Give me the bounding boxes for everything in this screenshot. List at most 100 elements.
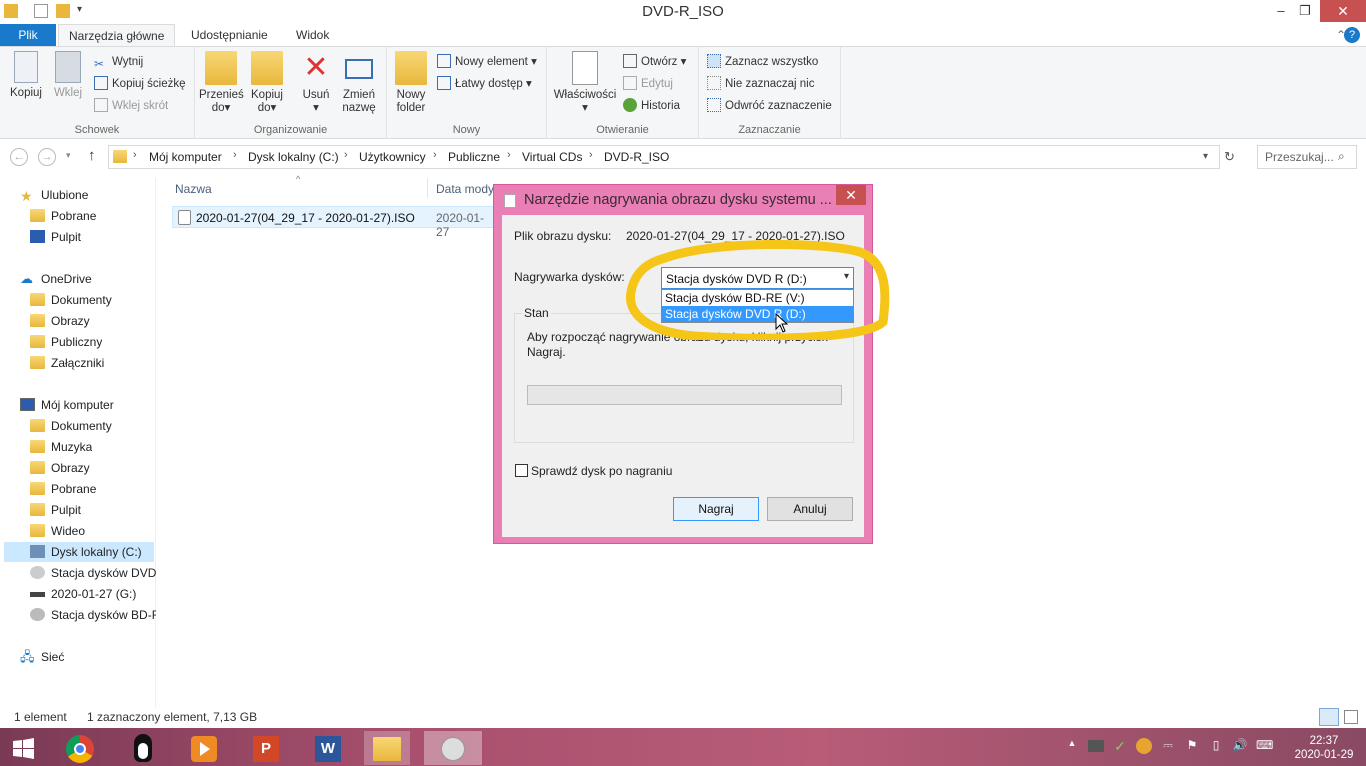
nav-favorites[interactable]: ★ Ulubione [20,185,88,205]
refresh-icon[interactable]: ↻ [1224,149,1235,165]
delete-button[interactable]: ✕ Usuń ▾ [295,51,337,115]
move-to-button[interactable]: Przenieś do▾ [199,51,244,115]
ribbon-tabs: Plik Narzędzia główne Udostępnianie Wido… [0,24,1366,47]
breadcrumb-virtual-cds[interactable]: Virtual CDs [522,150,582,164]
nav-drive-g[interactable]: 2020-01-27 (G:) [30,584,136,604]
breadcrumb-my-computer[interactable]: Mój komputer [149,150,222,164]
select-none-button[interactable]: Nie zaznaczaj nic [707,75,814,93]
powerpoint-taskbar-button[interactable]: P [243,731,289,765]
tab-file[interactable]: Plik [0,24,56,46]
column-name[interactable]: Nazwa [175,182,212,196]
column-divider[interactable] [427,178,428,198]
tray-check-icon[interactable]: ✓ [1112,738,1128,754]
tab-share[interactable]: Udostępnianie [181,24,278,46]
tab-view[interactable]: Widok [286,24,339,46]
nav-onedrive-documents[interactable]: Dokumenty [30,290,112,310]
copy-button[interactable]: Kopiuj [6,51,46,100]
nav-bd-drive[interactable]: Stacja dysków BD-R [30,605,156,625]
nav-desktop-pc[interactable]: Pulpit [30,500,81,520]
penguin-app-taskbar-button[interactable] [120,731,166,765]
recent-locations-icon[interactable]: ▾ [66,150,71,161]
address-bar[interactable]: › Mój komputer › Dysk lokalny (C:) › Uży… [108,145,1220,169]
column-date[interactable]: Data mody [436,182,494,196]
cancel-button[interactable]: Anuluj [767,497,853,521]
nav-local-disk[interactable]: Dysk lokalny (C:) [4,542,154,562]
copy-path-button[interactable]: Kopiuj ścieżkę [94,75,186,93]
up-button[interactable]: ↑ [88,147,96,164]
nav-dvd-drive[interactable]: Stacja dysków DVD [30,563,156,583]
burn-dialog: Narzędzie nagrywania obrazu dysku system… [493,184,873,544]
verify-disc-checkbox[interactable] [515,464,528,477]
downloads-folder-icon [30,209,45,222]
taskbar: P W ▲ ✓ ⎓ ⚑ ▯ 🔊 ⌨ 22:37 2020-01-29 [0,728,1366,766]
tray-computer-icon[interactable] [1088,740,1104,752]
media-player-taskbar-button[interactable] [181,731,227,765]
chrome-taskbar-button[interactable] [58,731,104,765]
show-hidden-icons[interactable]: ▲ [1064,738,1080,754]
cut-button[interactable]: ✂ Wytnij [94,53,143,71]
nav-network[interactable]: 🖧 Sieć [20,647,64,667]
nav-my-computer[interactable]: Mój komputer [20,395,114,415]
tray-app-icon[interactable] [1136,738,1152,754]
folder-icon [30,314,45,327]
nav-label: Mój komputer [41,398,114,412]
start-button[interactable] [0,731,46,765]
nav-downloads[interactable]: Pobrane [30,206,96,226]
nav-onedrive[interactable]: ☁ OneDrive [20,269,92,289]
close-button[interactable]: ✕ [1320,0,1366,22]
properties-button[interactable]: Właściwości ▾ [553,51,617,115]
search-input[interactable]: Przeszukaj... ⌕ [1257,145,1357,169]
tab-home[interactable]: Narzędzia główne [58,24,176,47]
nav-music[interactable]: Muzyka [30,437,92,457]
new-folder-button[interactable]: Nowy folder [393,51,429,115]
breadcrumb-public[interactable]: Publiczne [448,150,500,164]
breadcrumb-separator: › [507,149,511,161]
verify-disc-label[interactable]: Sprawdź dysk po nagraniu [531,464,672,478]
clock[interactable]: 22:37 2020-01-29 [1292,734,1356,762]
copy-to-button[interactable]: Kopiuj do▾ [245,51,289,115]
tray-keyboard-icon[interactable]: ⌨ [1256,738,1273,754]
rename-button[interactable]: Zmień nazwę [339,51,379,115]
nav-documents[interactable]: Dokumenty [30,416,112,436]
tray-flag-icon[interactable]: ⚑ [1184,738,1200,754]
maximize-button[interactable]: ❐ [1290,0,1320,22]
nav-onedrive-attachments[interactable]: Załączniki [30,353,104,373]
disc-burner-taskbar-button[interactable] [424,731,482,765]
paste-shortcut-button[interactable]: Wklej skrót [94,97,168,115]
paste-button[interactable]: Wklej [50,51,86,100]
explorer-taskbar-button[interactable] [364,731,410,765]
easy-access-button[interactable]: Łatwy dostęp ▾ [437,75,532,93]
forward-button[interactable]: → [38,148,56,166]
breadcrumb-current[interactable]: DVD-R_ISO [604,150,669,164]
new-item-button[interactable]: Nowy element ▾ [437,53,537,71]
nav-downloads-pc[interactable]: Pobrane [30,479,96,499]
details-view-icon[interactable] [1319,708,1339,726]
help-icon[interactable]: ? [1344,27,1360,43]
back-button[interactable]: ← [10,148,28,166]
open-button[interactable]: Otwórz ▾ [623,53,686,71]
chevron-down-icon[interactable]: ▾ [1203,151,1208,162]
nav-onedrive-public[interactable]: Publiczny [30,332,102,352]
nav-label: Muzyka [51,440,93,454]
dialog-close-button[interactable]: ✕ [836,185,866,205]
tray-battery-icon[interactable]: ▯ [1208,738,1224,754]
select-all-button[interactable]: Zaznacz wszystko [707,53,818,71]
tray-volume-icon[interactable]: 🔊 [1232,738,1248,754]
history-button[interactable]: Historia [623,97,680,115]
nav-videos[interactable]: Wideo [30,521,85,541]
nav-desktop[interactable]: Pulpit [30,227,81,247]
burn-button[interactable]: Nagraj [673,497,759,521]
file-name: 2020-01-27(04_29_17 - 2020-01-27).ISO [196,211,415,225]
window-title: DVD-R_ISO [642,3,724,20]
edit-button[interactable]: Edytuj [623,75,673,93]
breadcrumb-local-disk[interactable]: Dysk lokalny (C:) [248,150,339,164]
breadcrumb-users[interactable]: Użytkownicy [359,150,426,164]
word-taskbar-button[interactable]: W [305,731,351,765]
invert-selection-button[interactable]: Odwróć zaznaczenie [707,97,832,115]
nav-pictures[interactable]: Obrazy [30,458,90,478]
file-row[interactable]: 2020-01-27(04_29_17 - 2020-01-27).ISO 20… [172,206,494,239]
tray-network-icon[interactable]: ⎓ [1160,738,1176,754]
large-icons-view-icon[interactable] [1344,710,1358,724]
nav-onedrive-pictures[interactable]: Obrazy [30,311,90,331]
pictures-folder-icon [30,461,45,474]
